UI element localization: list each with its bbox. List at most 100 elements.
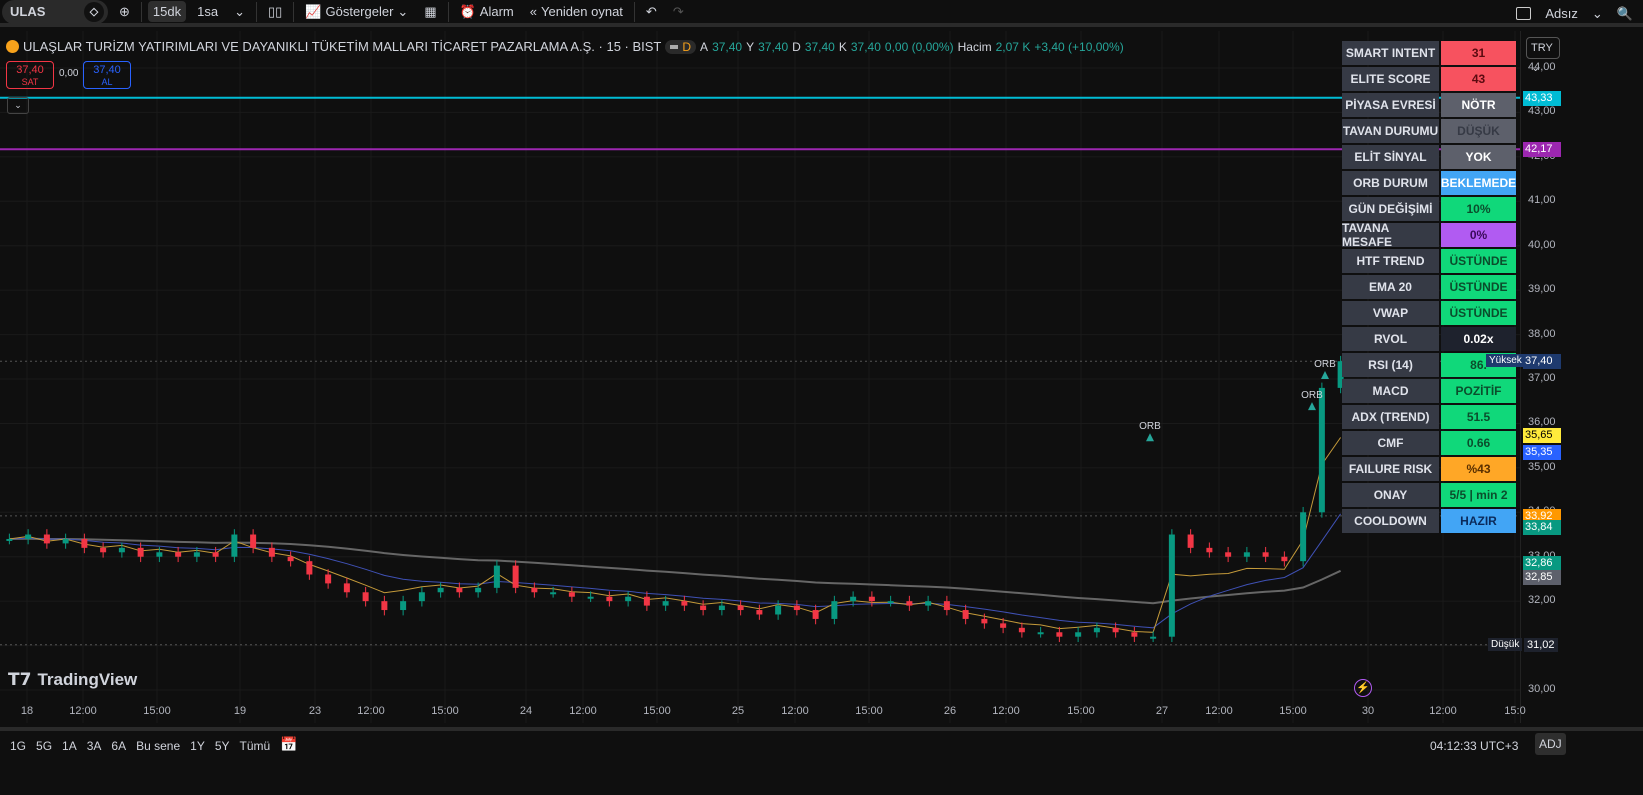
candle-body <box>531 587 538 593</box>
candle-body <box>775 605 782 615</box>
add-symbol-icon[interactable]: ⊕ <box>114 1 135 23</box>
search-icon[interactable]: 🔍 <box>1617 6 1633 22</box>
candle-body <box>6 538 13 541</box>
candle-body <box>1000 623 1007 628</box>
layout-name[interactable]: Adsız <box>1545 6 1578 21</box>
candle-body <box>568 592 575 597</box>
candle-body <box>868 596 875 602</box>
candle-body <box>625 596 632 602</box>
candle-body <box>718 605 725 611</box>
diamond-icon[interactable]: ◇ <box>84 1 104 22</box>
time-tick: 12:00 <box>1205 705 1233 717</box>
candle-body <box>887 601 894 604</box>
redo-icon[interactable]: ↷ <box>668 1 689 23</box>
close-value: 37,40 <box>850 39 881 54</box>
indicators-button[interactable]: 📈 Göstergeler ⌄ <box>300 1 413 23</box>
candle-body <box>456 587 463 593</box>
time-tick: 12:00 <box>569 705 597 717</box>
candle-body <box>606 596 613 602</box>
sell-button[interactable]: 37,40 SAT <box>6 61 54 89</box>
table-value: YOK <box>1441 145 1516 169</box>
alarm-button[interactable]: ⏰ Alarm <box>455 1 519 23</box>
candles-icon[interactable]: ▯▯ <box>263 1 287 23</box>
table-key: ONAY <box>1342 483 1439 507</box>
range-1y[interactable]: 1Y <box>190 739 205 753</box>
time-tick: 26 <box>943 705 957 717</box>
top-toolbar: ULAS ◇ ⊕ 15dk 1sa ⌄ ▯▯ 📈 Göstergeler ⌄ ▦ ⏰… <box>0 0 1643 27</box>
table-value: NÖTR <box>1441 93 1516 117</box>
clock[interactable]: 04:12:33 UTC+3 <box>1430 739 1518 753</box>
range-5y[interactable]: 5Y <box>215 739 230 753</box>
undo-icon[interactable]: ↶ <box>641 1 662 23</box>
fullscreen-icon[interactable] <box>1516 7 1532 20</box>
time-tick: 18 <box>20 705 34 717</box>
candle-body <box>906 601 913 606</box>
table-value: 10% <box>1441 197 1516 221</box>
tradingview-logo[interactable]: 𝗧𝟳 TradingView <box>8 670 137 690</box>
sell-price: 37,40 <box>16 64 44 76</box>
time-axis[interactable]: 18 12:00 15:00 19 23 12:00 15:00 24 12:00 15:00 25… <box>0 700 1526 722</box>
buy-price: 37,40 <box>93 64 121 76</box>
interval-1sa[interactable]: 1sa <box>192 1 223 22</box>
range-3a[interactable]: 3A <box>87 739 102 753</box>
range-5g[interactable]: 5G <box>36 739 52 753</box>
divider <box>293 1 295 22</box>
change-value: 0,00 (0,00%) <box>884 39 954 54</box>
range-1a[interactable]: 1A <box>62 739 77 753</box>
table-value: 0.02x <box>1441 327 1516 351</box>
interval-15dk[interactable]: 15dk <box>147 1 187 22</box>
market-status-badge[interactable]: D <box>665 39 697 54</box>
candle-body <box>475 587 482 593</box>
price-chart[interactable]: ORB ORB ORB <box>0 31 1520 723</box>
table-value: 31 <box>1441 41 1516 65</box>
time-tick: 15:00 <box>1067 705 1095 717</box>
buy-button[interactable]: 37,40 AL <box>83 61 131 89</box>
price-label: 32,85 <box>1523 569 1561 585</box>
table-value: BEKLEMEDE <box>1441 171 1516 195</box>
orb-marker <box>1146 433 1154 442</box>
chart-legend: ULAŞLAR TURİZM YATIRIMLARI VE DAYANIKLI … <box>6 39 1124 54</box>
replay-button[interactable]: «Yeniden oynat <box>525 1 628 22</box>
price-tick: 35,00 <box>1528 460 1556 473</box>
candle-body <box>193 552 200 557</box>
range-1g[interactable]: 1G <box>10 739 26 753</box>
price-label: 43,33 <box>1523 90 1561 106</box>
chevron-down-icon[interactable]: ⌄ <box>229 1 250 23</box>
time-tick: 15:00 <box>143 705 171 717</box>
table-key: CMF <box>1342 431 1439 455</box>
candle-body <box>343 583 350 593</box>
time-tick: 30 <box>1361 705 1375 717</box>
bottom-toolbar: 1G 5G 1A 3A 6A Bu sene 1Y 5Y Tümü 📅 04:12:33 UTC… <box>0 727 1643 795</box>
time-tick: 15:00 <box>855 705 883 717</box>
candle-body <box>962 610 969 619</box>
price-axis[interactable]: 44,0043,0042,0041,0040,0039,0038,0037,00… <box>1520 31 1643 723</box>
candle-body <box>981 618 988 624</box>
lightning-icon[interactable]: ⚡ <box>1354 679 1372 697</box>
candle-body <box>943 601 950 611</box>
candle-body <box>1243 552 1250 557</box>
collapse-legend-button[interactable]: ⌄ <box>7 97 29 114</box>
divider <box>447 1 449 22</box>
high-label: Y <box>746 39 755 54</box>
candle-body <box>756 610 763 615</box>
candle-body <box>137 547 144 557</box>
templates-icon[interactable]: ▦ <box>419 1 441 23</box>
table-key: RSI (14) <box>1342 353 1439 377</box>
range-tümü[interactable]: Tümü <box>240 739 271 753</box>
status-icon <box>670 44 679 49</box>
low-tag: Düşük <box>1488 637 1523 651</box>
currency-select[interactable]: TRY ⌄ <box>1526 37 1560 74</box>
range-bu-sene[interactable]: Bu sene <box>136 739 180 753</box>
table-key: EMA 20 <box>1342 275 1439 299</box>
candle-body <box>100 547 107 553</box>
candle-body <box>850 596 857 602</box>
range-6a[interactable]: 6A <box>111 739 126 753</box>
chevron-down-icon[interactable]: ⌄ <box>1592 6 1603 22</box>
symbol-search[interactable]: ULAS ◇ <box>2 0 108 24</box>
candle-body <box>643 596 650 606</box>
spread-value: 0,00 <box>59 68 79 79</box>
table-value: ÜSTÜNDE <box>1441 249 1516 273</box>
candle-body <box>812 610 819 619</box>
adj-button[interactable]: ADJ <box>1535 733 1566 755</box>
date-range-icon[interactable]: 📅 <box>280 736 297 753</box>
